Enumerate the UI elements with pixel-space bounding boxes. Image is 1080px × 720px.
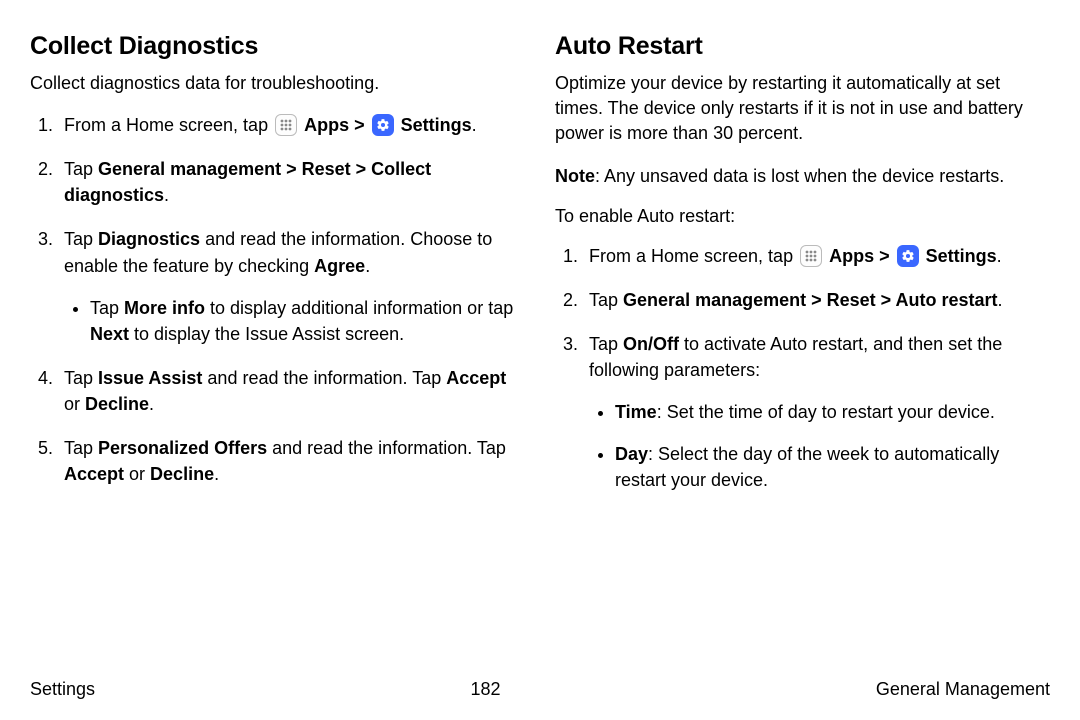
sub-bullet: Tap More info to display additional info…	[90, 295, 525, 347]
left-step-1: From a Home screen, tap Apps > Settings.	[58, 112, 525, 138]
footer: Settings 182 General Management	[30, 679, 1050, 700]
right-step-3-sublist: Time: Set the time of day to restart you…	[589, 399, 1050, 493]
text: or	[64, 394, 85, 414]
text: to display additional information or tap	[205, 298, 513, 318]
right-enable: To enable Auto restart:	[555, 203, 1050, 229]
apps-label: Apps	[829, 246, 874, 266]
footer-left: Settings	[30, 679, 95, 700]
left-step-5: Tap Personalized Offers and read the inf…	[58, 435, 525, 487]
left-step-3: Tap Diagnostics and read the information…	[58, 226, 525, 346]
apps-icon	[275, 114, 297, 136]
text: and read the information. Tap	[267, 438, 506, 458]
bold: Decline	[150, 464, 214, 484]
text: Tap	[90, 298, 124, 318]
text: Tap	[64, 368, 98, 388]
sub-bullet-day: Day: Select the day of the week to autom…	[615, 441, 1050, 493]
bold: Time	[615, 402, 657, 422]
left-steps: From a Home screen, tap Apps > Settings.…	[30, 112, 525, 487]
bold: Agree	[314, 256, 365, 276]
settings-label: Settings	[926, 246, 997, 266]
bold: General management > Reset > Auto restar…	[623, 290, 997, 310]
right-column: Auto Restart Optimize your device by res…	[555, 32, 1050, 511]
settings-icon	[372, 114, 394, 136]
left-column: Collect Diagnostics Collect diagnostics …	[30, 32, 525, 511]
sub-bullet-time: Time: Set the time of day to restart you…	[615, 399, 1050, 425]
right-step-3: Tap On/Off to activate Auto restart, and…	[583, 331, 1050, 493]
bold: More info	[124, 298, 205, 318]
text: to display the Issue Assist screen.	[129, 324, 404, 344]
left-step-2: Tap General management > Reset > Collect…	[58, 156, 525, 208]
text: From a Home screen, tap	[589, 246, 798, 266]
text: Tap	[589, 334, 623, 354]
settings-icon	[897, 245, 919, 267]
apps-label: Apps	[304, 115, 349, 135]
sep: >	[349, 115, 370, 135]
text: Tap	[589, 290, 623, 310]
bold: Day	[615, 444, 648, 464]
bold: Diagnostics	[98, 229, 200, 249]
text: : Select the day of the week to automati…	[615, 444, 999, 490]
bold: Accept	[64, 464, 124, 484]
left-step-3-sublist: Tap More info to display additional info…	[64, 295, 525, 347]
text: : Set the time of day to restart your de…	[657, 402, 995, 422]
footer-page-number: 182	[470, 679, 500, 700]
right-intro: Optimize your device by restarting it au…	[555, 71, 1050, 147]
text: or	[124, 464, 150, 484]
text: and read the information. Tap	[202, 368, 446, 388]
right-step-1: From a Home screen, tap Apps > Settings.	[583, 243, 1050, 269]
left-title: Collect Diagnostics	[30, 32, 525, 61]
footer-right: General Management	[876, 679, 1050, 700]
text: Tap	[64, 438, 98, 458]
left-step-4: Tap Issue Assist and read the informatio…	[58, 365, 525, 417]
bold: On/Off	[623, 334, 679, 354]
right-step-2: Tap General management > Reset > Auto re…	[583, 287, 1050, 313]
sep: >	[874, 246, 895, 266]
settings-label: Settings	[401, 115, 472, 135]
text: Tap	[64, 159, 98, 179]
text: Tap	[64, 229, 98, 249]
bold: Accept	[446, 368, 506, 388]
right-steps: From a Home screen, tap Apps > Settings.…	[555, 243, 1050, 494]
apps-icon	[800, 245, 822, 267]
bold: Issue Assist	[98, 368, 202, 388]
bold: Next	[90, 324, 129, 344]
note-label: Note	[555, 166, 595, 186]
bold: Personalized Offers	[98, 438, 267, 458]
left-intro: Collect diagnostics data for troubleshoo…	[30, 71, 525, 96]
note-text: : Any unsaved data is lost when the devi…	[595, 166, 1004, 186]
content-columns: Collect Diagnostics Collect diagnostics …	[30, 32, 1050, 511]
text: From a Home screen, tap	[64, 115, 273, 135]
bold: Decline	[85, 394, 149, 414]
bold: General management > Reset > Collect dia…	[64, 159, 431, 205]
right-title: Auto Restart	[555, 32, 1050, 61]
right-note: Note: Any unsaved data is lost when the …	[555, 163, 1050, 189]
